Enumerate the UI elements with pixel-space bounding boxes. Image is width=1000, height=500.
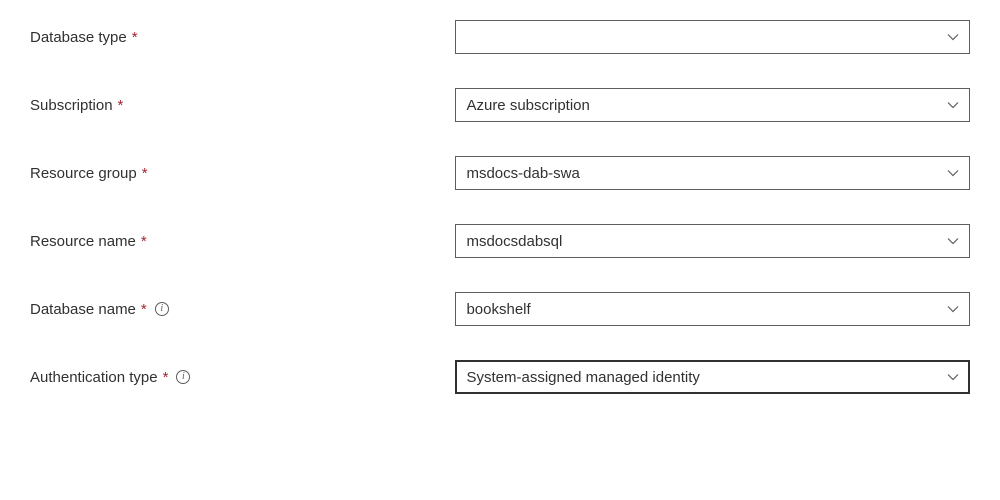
chevron-down-icon bbox=[947, 371, 959, 383]
label-cell-subscription: Subscription * bbox=[30, 97, 455, 114]
field-label: Resource group bbox=[30, 165, 137, 182]
form-row-database-name: Database name * i bookshelf bbox=[30, 292, 970, 326]
subscription-select[interactable]: Azure subscription bbox=[455, 88, 970, 122]
form-row-resource-name: Resource name * msdocsdabsql bbox=[30, 224, 970, 258]
select-cell-resource-group: msdocs-dab-swa bbox=[455, 156, 970, 190]
field-label: Subscription bbox=[30, 97, 113, 114]
required-asterisk: * bbox=[163, 369, 169, 386]
chevron-down-icon bbox=[947, 303, 959, 315]
select-value: msdocs-dab-swa bbox=[466, 165, 947, 182]
required-asterisk: * bbox=[118, 97, 124, 114]
field-label: Resource name bbox=[30, 233, 136, 250]
field-label: Database type bbox=[30, 29, 127, 46]
select-value: Azure subscription bbox=[466, 97, 947, 114]
select-cell-authentication-type: System-assigned managed identity bbox=[455, 360, 970, 394]
info-icon[interactable]: i bbox=[176, 370, 190, 384]
database-type-select[interactable] bbox=[455, 20, 970, 54]
info-icon[interactable]: i bbox=[155, 302, 169, 316]
select-value: System-assigned managed identity bbox=[466, 369, 947, 386]
form-container: Database type * Subscription * Azure subscri… bbox=[30, 20, 970, 394]
required-asterisk: * bbox=[141, 301, 147, 318]
required-asterisk: * bbox=[141, 233, 147, 250]
resource-name-select[interactable]: msdocsdabsql bbox=[455, 224, 970, 258]
chevron-down-icon bbox=[947, 99, 959, 111]
select-value: bookshelf bbox=[466, 301, 947, 318]
authentication-type-select[interactable]: System-assigned managed identity bbox=[455, 360, 970, 394]
chevron-down-icon bbox=[947, 31, 959, 43]
required-asterisk: * bbox=[132, 29, 138, 46]
chevron-down-icon bbox=[947, 167, 959, 179]
form-row-database-type: Database type * bbox=[30, 20, 970, 54]
field-label: Database name bbox=[30, 301, 136, 318]
field-label: Authentication type bbox=[30, 369, 158, 386]
select-cell-subscription: Azure subscription bbox=[455, 88, 970, 122]
select-cell-database-type bbox=[455, 20, 970, 54]
select-cell-database-name: bookshelf bbox=[455, 292, 970, 326]
chevron-down-icon bbox=[947, 235, 959, 247]
label-cell-database-type: Database type * bbox=[30, 29, 455, 46]
label-cell-resource-group: Resource group * bbox=[30, 165, 455, 182]
form-row-resource-group: Resource group * msdocs-dab-swa bbox=[30, 156, 970, 190]
form-row-subscription: Subscription * Azure subscription bbox=[30, 88, 970, 122]
database-name-select[interactable]: bookshelf bbox=[455, 292, 970, 326]
label-cell-resource-name: Resource name * bbox=[30, 233, 455, 250]
required-asterisk: * bbox=[142, 165, 148, 182]
select-cell-resource-name: msdocsdabsql bbox=[455, 224, 970, 258]
label-cell-authentication-type: Authentication type * i bbox=[30, 369, 455, 386]
label-cell-database-name: Database name * i bbox=[30, 301, 455, 318]
select-value: msdocsdabsql bbox=[466, 233, 947, 250]
resource-group-select[interactable]: msdocs-dab-swa bbox=[455, 156, 970, 190]
form-row-authentication-type: Authentication type * i System-assigned man… bbox=[30, 360, 970, 394]
